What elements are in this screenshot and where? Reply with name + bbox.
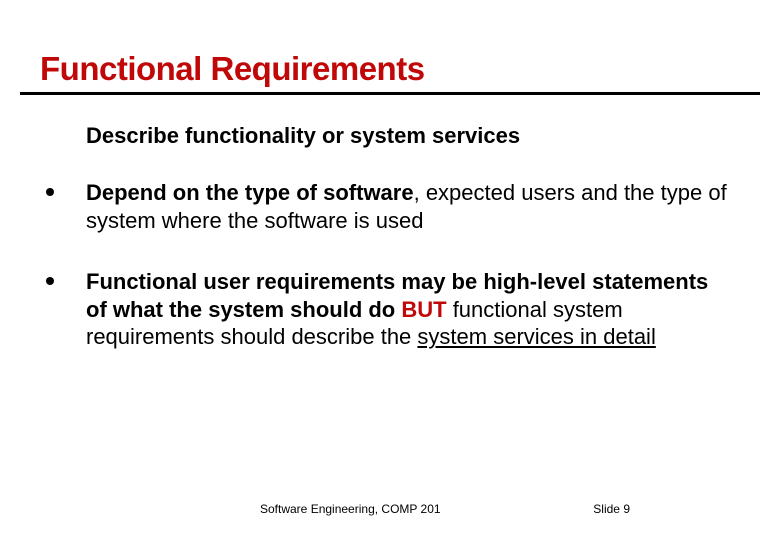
footer: Software Engineering, COMP 201 Slide 9 xyxy=(0,502,780,516)
title-area: Functional Requirements xyxy=(0,0,780,88)
slide-title: Functional Requirements xyxy=(40,50,780,88)
footer-left: Software Engineering, COMP 201 xyxy=(260,502,441,516)
bullet-but: BUT xyxy=(401,297,446,322)
bullet-text: Functional user requirements may be high… xyxy=(86,268,730,351)
bullet-bold: Depend on the type of software xyxy=(86,180,414,205)
bullet-item: Depend on the type of software, expected… xyxy=(46,179,730,234)
bullet-text: Depend on the type of software, expected… xyxy=(86,179,730,234)
bullet-icon xyxy=(46,188,54,196)
footer-right: Slide 9 xyxy=(593,502,650,516)
intro-text: Describe functionality or system service… xyxy=(86,123,730,149)
bullet-underline: system services in detail xyxy=(417,324,655,349)
bullet-icon xyxy=(46,277,54,285)
content-area: Describe functionality or system service… xyxy=(0,95,780,351)
bullet-item: Functional user requirements may be high… xyxy=(46,268,730,351)
slide: Functional Requirements Describe functio… xyxy=(0,0,780,540)
